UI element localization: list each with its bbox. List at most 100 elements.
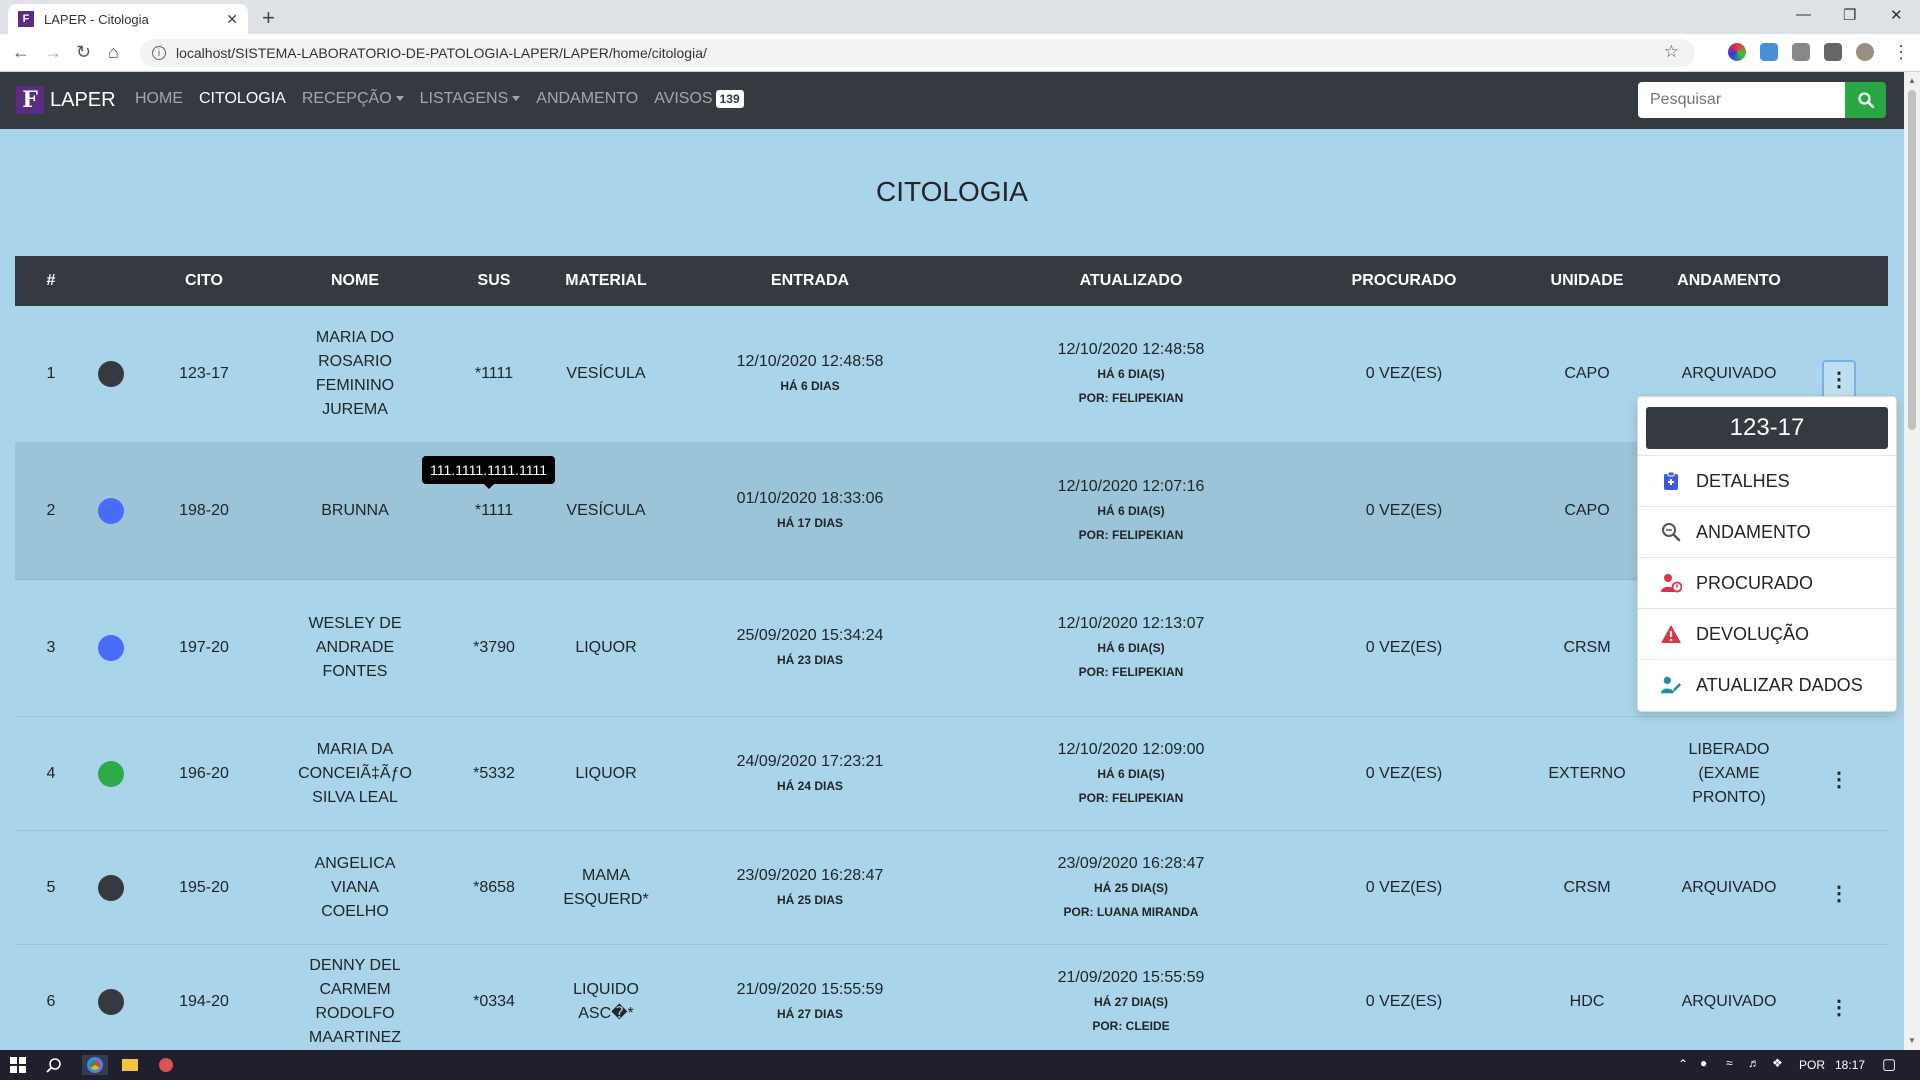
- cell-material: LIQUIDO ASC�*: [573, 980, 639, 1022]
- bookmark-star-icon[interactable]: ☆: [1664, 42, 1679, 62]
- file-explorer-icon[interactable]: [120, 1055, 140, 1075]
- status-dot-icon: [98, 988, 124, 1015]
- page-title: CITOLOGIA: [876, 176, 1028, 207]
- row-menu-kebab-icon[interactable]: ⋮: [1822, 874, 1856, 914]
- extension-color-icon[interactable]: [1728, 43, 1746, 61]
- search-button[interactable]: [1845, 82, 1886, 118]
- cell-material: VESÍCULA: [566, 365, 646, 382]
- menu-item-label: PROCURADO: [1696, 572, 1814, 593]
- cell-unidade: CAPO: [1564, 365, 1610, 382]
- taskbar-search-icon[interactable]: [44, 1055, 64, 1075]
- page-scrollbar[interactable]: ▲ ▼: [1904, 72, 1920, 1050]
- row-menu-kebab-icon[interactable]: ⋮: [1822, 760, 1856, 800]
- tray-chevron-icon[interactable]: ⌃: [1678, 1057, 1688, 1071]
- nav-listagens-dropdown[interactable]: LISTAGENS: [420, 90, 521, 108]
- tab-close-icon[interactable]: ✕: [226, 11, 238, 28]
- cell-entrada: 12/10/2020 12:48:58 HÁ 6 DIAS: [737, 306, 884, 442]
- new-tab-icon[interactable]: +: [262, 5, 275, 31]
- extension-translate-icon[interactable]: [1760, 43, 1778, 61]
- menu-item-label: DETALHES: [1696, 470, 1790, 491]
- menu-item-label: ANDAMENTO: [1696, 521, 1811, 542]
- tray-wifi-icon[interactable]: ≈: [1726, 1056, 1733, 1070]
- reload-icon[interactable]: ↻: [76, 42, 91, 63]
- cell-andamento: LIBERADO (EXAME PRONTO): [1688, 740, 1770, 806]
- cell-actions: ⋮: [1822, 951, 1856, 1064]
- nav-recepcao-label: RECEPÇÃO: [301, 90, 392, 107]
- profile-avatar[interactable]: [1856, 43, 1874, 61]
- cell-cito: 197-20: [179, 639, 229, 656]
- notifications-icon[interactable]: ▢: [1882, 1055, 1896, 1073]
- windows-start-icon[interactable]: [8, 1055, 28, 1075]
- nav-andamento[interactable]: ANDAMENTO: [536, 90, 638, 108]
- cell-actions: ⋮: [1822, 837, 1856, 950]
- caret-down-icon: [395, 96, 404, 102]
- col-header-cito: CITO: [185, 272, 223, 289]
- nav-citologia[interactable]: CITOLOGIA: [199, 90, 286, 108]
- cell-cito: 198-20: [179, 502, 229, 519]
- user-edit-icon: [1660, 674, 1682, 696]
- table-row[interactable]: 6 194-20 DENNY DEL CARMEM RODOLFO MAARTINE…: [15, 945, 1888, 1059]
- scroll-down-icon[interactable]: ▼: [1908, 1036, 1916, 1045]
- brand-name: LAPER: [50, 88, 116, 111]
- atualizado-elapsed: HÁ 25 DIA(S): [1093, 880, 1168, 895]
- cell-nome: ANGELICA VIANA COELHO: [314, 854, 396, 920]
- menu-item-andamento[interactable]: ANDAMENTO: [1638, 506, 1896, 557]
- window-close-icon[interactable]: ✕: [1890, 6, 1903, 24]
- table-row[interactable]: 3 197-20 WESLEY DE ANDRADE FONTES *3790 LIQU…: [15, 580, 1888, 717]
- entrada-date: 01/10/2020 18:33:06: [736, 490, 884, 507]
- nav-home[interactable]: HOME: [135, 90, 183, 108]
- menu-item-detalhes[interactable]: DETALHES: [1638, 455, 1896, 506]
- clipboard-icon: [1660, 470, 1682, 492]
- nav-recepcao-dropdown[interactable]: RECEPÇÃO: [302, 90, 404, 108]
- extension-camera-icon[interactable]: [1792, 43, 1810, 61]
- row-menu-kebab-icon[interactable]: ⋮: [1822, 988, 1856, 1028]
- restore-icon[interactable]: ❐: [1843, 6, 1856, 24]
- cell-entrada: 23/09/2020 16:28:47 HÁ 25 DIAS: [737, 831, 884, 944]
- atualizado-date: 12/10/2020 12:48:58: [1057, 341, 1205, 358]
- table-row[interactable]: 1 123-17 MARIA DO ROSARIO FEMININO JUREMA *…: [15, 306, 1888, 443]
- table-row[interactable]: 2 198-20 BRUNNA *1111 VESÍCULA 01/10/2020 18:…: [15, 443, 1888, 580]
- row-menu-kebab-icon[interactable]: ⋮: [1822, 360, 1856, 400]
- cell-cito: 196-20: [179, 764, 229, 782]
- extensions-puzzle-icon[interactable]: [1824, 43, 1842, 61]
- menu-item-atualizar-dados[interactable]: ATUALIZAR DADOS: [1638, 659, 1896, 710]
- cell-sus: *1111: [474, 365, 514, 382]
- nav-listagens-label: LISTAGENS: [419, 90, 509, 107]
- cell-procurado: 0 VEZ(ES): [1365, 365, 1443, 382]
- table-row[interactable]: 4 196-20 MARIA DA CONCEIÃ‡ÃƒO SILVA LEAL *5…: [15, 717, 1888, 831]
- tray-dropbox-icon[interactable]: ❖: [1772, 1056, 1783, 1070]
- tray-steam-icon[interactable]: ●: [1700, 1056, 1707, 1070]
- search-icon: [1857, 92, 1874, 108]
- atualizado-date: 23/09/2020 16:28:47: [1057, 854, 1205, 872]
- scrollbar-thumb[interactable]: [1908, 90, 1916, 430]
- app-taskbar-icon[interactable]: [156, 1055, 176, 1075]
- col-header-nome: NOME: [331, 272, 379, 289]
- search-input[interactable]: [1638, 82, 1845, 118]
- laper-logo-icon: F: [16, 86, 44, 114]
- forward-icon[interactable]: →: [44, 42, 62, 63]
- scroll-up-icon[interactable]: ▲: [1908, 76, 1916, 85]
- table-row[interactable]: 5 195-20 ANGELICA VIANA COELHO *8658 MAMA ES…: [15, 831, 1888, 945]
- nav-avisos[interactable]: AVISOS 139: [654, 90, 744, 108]
- home-icon[interactable]: ⌂: [108, 42, 119, 63]
- brand[interactable]: F LAPER: [16, 86, 116, 114]
- language-indicator[interactable]: POR: [1799, 1058, 1825, 1072]
- back-icon[interactable]: ←: [12, 42, 30, 63]
- site-info-icon[interactable]: i: [152, 46, 166, 60]
- tray-volume-icon[interactable]: ♬: [1748, 1056, 1760, 1070]
- os-taskbar: ⌃ ● ≈ ♬ ❖ POR 18:17 ▢: [0, 1050, 1920, 1080]
- browser-tab[interactable]: F LAPER - Citologia ✕: [8, 4, 248, 34]
- clock[interactable]: 18:17: [1835, 1058, 1865, 1072]
- cell-nome: MARIA DA CONCEIÃ‡ÃƒO SILVA LEAL: [298, 740, 412, 806]
- cell-unidade: CRSM: [1563, 878, 1611, 896]
- menu-item-devolucao[interactable]: DEVOLUÇÃO: [1638, 608, 1896, 659]
- chrome-taskbar-icon[interactable]: [82, 1055, 108, 1075]
- minimize-icon[interactable]: —: [1796, 6, 1811, 23]
- menu-item-procurado[interactable]: PROCURADO: [1638, 557, 1896, 608]
- browser-menu-icon[interactable]: ⋮: [1892, 42, 1910, 63]
- menu-item-label: ATUALIZAR DADOS: [1696, 674, 1863, 695]
- cell-entrada: 01/10/2020 18:33:06 HÁ 17 DIAS: [737, 443, 884, 579]
- address-bar[interactable]: i localhost/SISTEMA-LABORATORIO-DE-PATOL…: [140, 39, 1695, 67]
- status-dot-icon: [98, 760, 124, 787]
- menu-header-cito: 123-17: [1646, 407, 1888, 449]
